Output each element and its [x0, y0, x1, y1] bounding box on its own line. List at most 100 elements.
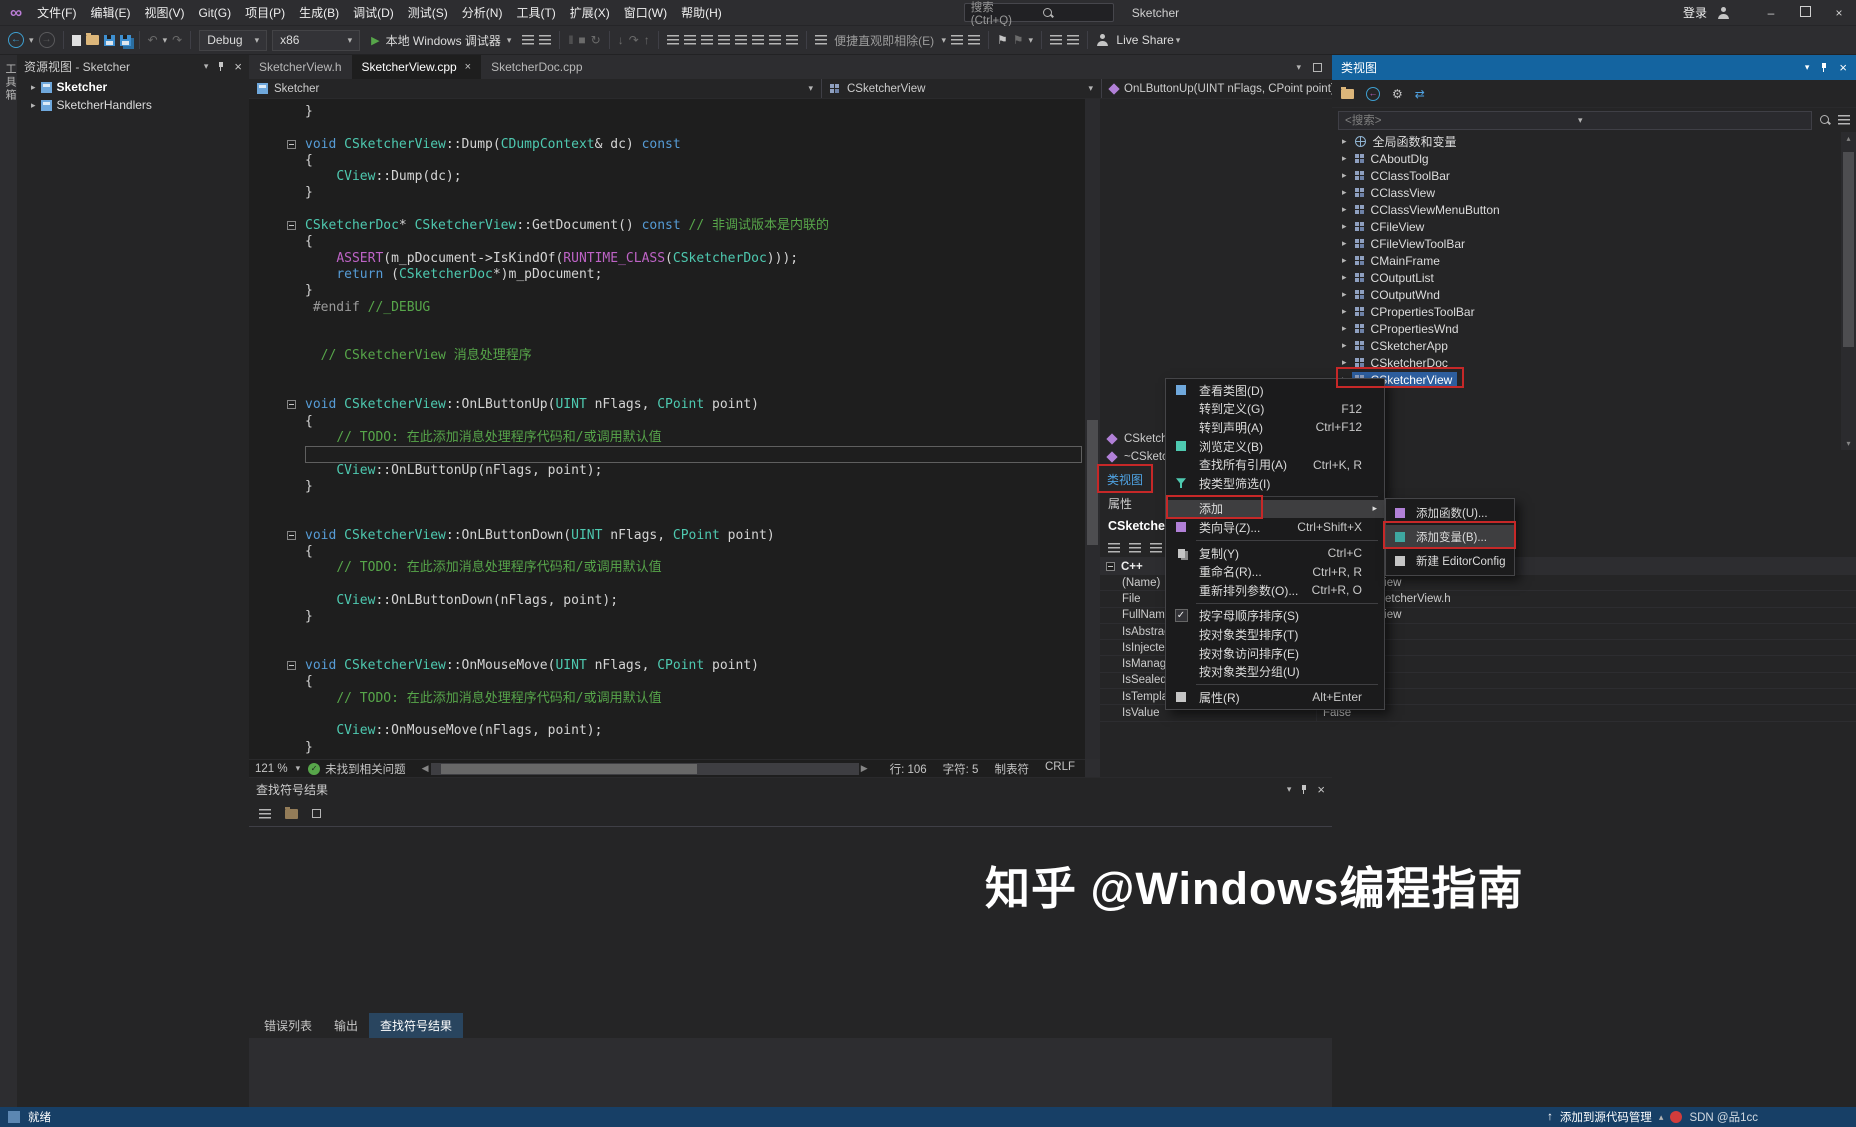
undo-button[interactable]: ↶ — [148, 33, 158, 47]
sign-in-button[interactable]: 登录 — [1683, 4, 1707, 21]
settings-gear-icon[interactable]: ⚙ — [1392, 87, 1403, 101]
expand-chevron-icon[interactable]: ▸ — [1342, 289, 1347, 300]
expand-chevron-icon[interactable]: ▸ — [1342, 357, 1347, 368]
zoom-level[interactable]: 121 % — [255, 763, 288, 775]
close-icon[interactable]: × — [234, 60, 242, 73]
submenu-item[interactable]: 添加函数(U)... — [1386, 501, 1514, 525]
panel-tab[interactable]: 错误列表 — [253, 1013, 323, 1038]
context-menu-item[interactable]: 重新排列参数(O)...Ctrl+R, O — [1166, 581, 1384, 600]
document-health-indicator[interactable]: ✓ 未找到相关问题 — [308, 761, 406, 777]
menu-item[interactable]: Git(G) — [191, 2, 238, 24]
add-to-source-control-button[interactable]: 添加到源代码管理 — [1560, 1109, 1652, 1125]
scrollbar-thumb[interactable] — [441, 764, 698, 774]
class-view-scrollbar[interactable]: ▴ ▾ — [1841, 132, 1856, 450]
classview-tree-item[interactable]: ▸COutputWnd — [1332, 286, 1856, 303]
classview-tree-item[interactable]: ▸CSketcherDoc — [1332, 354, 1856, 371]
class-view-header[interactable]: 类视图 ▾ × — [1332, 54, 1856, 80]
tab-close-icon[interactable]: × — [465, 61, 471, 73]
menu-item[interactable]: 测试(S) — [401, 0, 455, 25]
classview-tree-item[interactable]: ▸CSketcherView — [1332, 371, 1856, 388]
submenu-item[interactable]: 新建 EditorConfig — [1386, 549, 1514, 573]
back-icon[interactable]: ← — [1366, 87, 1380, 101]
solution-platform-dropdown[interactable]: x86▾ — [272, 30, 360, 51]
quick-search-input[interactable]: 搜索 (Ctrl+Q) — [964, 3, 1114, 22]
editor-vertical-scrollbar[interactable] — [1085, 99, 1100, 759]
step-out-button[interactable]: ↑ — [644, 33, 650, 47]
menu-item[interactable]: 工具(T) — [509, 0, 562, 25]
toolbar-button[interactable] — [968, 35, 980, 45]
toolbar-button[interactable] — [539, 35, 551, 45]
chevron-down-icon[interactable]: ▾ — [296, 763, 301, 774]
resource-tree-item[interactable]: ▸SketcherHandlers — [17, 96, 249, 114]
classview-tree-item[interactable]: ▸CPropertiesToolBar — [1332, 303, 1856, 320]
group-icon[interactable] — [285, 809, 298, 819]
window-position-icon[interactable]: ▾ — [1287, 784, 1292, 795]
property-pages-icon[interactable] — [1150, 543, 1162, 553]
resource-tree-item[interactable]: ▸Sketcher — [17, 78, 249, 96]
navigate-back-button[interactable]: ← — [8, 32, 24, 48]
navigate-button[interactable] — [684, 35, 696, 45]
context-menu-item[interactable]: 转到定义(G)F12 — [1166, 400, 1384, 419]
context-menu-item[interactable]: 复制(Y)Ctrl+C — [1166, 544, 1384, 563]
context-menu-item[interactable]: 类向导(Z)...Ctrl+Shift+X — [1166, 518, 1384, 537]
active-files-dropdown-icon[interactable]: ▾ — [1296, 62, 1301, 73]
fold-collapse-icon[interactable] — [287, 661, 296, 670]
alphabetical-icon[interactable] — [1129, 543, 1141, 553]
expand-chevron-icon[interactable]: ▸ — [31, 82, 36, 93]
expand-chevron-icon[interactable]: ▸ — [1342, 272, 1347, 283]
code-map-button[interactable] — [1050, 35, 1062, 45]
navigate-forward-button[interactable]: → — [39, 32, 55, 48]
window-layout-icon[interactable] — [1313, 63, 1322, 72]
close-icon[interactable]: × — [1317, 783, 1325, 796]
project-dropdown[interactable]: Sketcher ▾ — [249, 79, 822, 98]
context-menu-item[interactable]: 按对象类型排序(T) — [1166, 625, 1384, 644]
context-menu-item[interactable]: 属性(R)Alt+Enter — [1166, 688, 1384, 707]
expand-chevron-icon[interactable]: ▸ — [1342, 204, 1347, 215]
pin-icon[interactable] — [1819, 62, 1829, 73]
context-menu-item[interactable]: 添加▸ — [1166, 500, 1384, 519]
start-debugging-button[interactable]: ▶本地 Windows 调试器▾ — [365, 32, 517, 49]
pin-icon[interactable] — [216, 61, 226, 72]
expand-chevron-icon[interactable]: ▸ — [1342, 255, 1347, 266]
class-view-tab[interactable]: 类视图 — [1101, 467, 1149, 491]
context-menu-item[interactable]: 按对象类型分组(U) — [1166, 662, 1384, 681]
redo-button[interactable]: ↷ — [172, 33, 182, 47]
expand-chevron-icon[interactable]: ▸ — [1342, 340, 1347, 351]
expand-chevron-icon[interactable]: ▸ — [1342, 238, 1347, 249]
toolbar-button[interactable] — [769, 35, 781, 45]
menu-item[interactable]: 扩展(X) — [563, 0, 617, 25]
scroll-down-icon[interactable]: ▾ — [1846, 439, 1850, 448]
maximize-button[interactable] — [1788, 6, 1822, 20]
back-history-chevron-icon[interactable]: ▾ — [29, 35, 34, 46]
uncomment-button[interactable] — [718, 35, 730, 45]
step-over-button[interactable]: ↷ — [629, 33, 639, 47]
code-editor[interactable]: }void CSketcherView::Dump(CDumpContext& … — [249, 99, 1085, 759]
pause-button[interactable]: ‖ — [568, 33, 573, 47]
attach-to-process-button[interactable] — [522, 35, 534, 45]
close-button[interactable]: × — [1822, 6, 1856, 20]
menu-item[interactable]: 生成(B) — [292, 0, 346, 25]
scroll-up-icon[interactable]: ▴ — [1846, 134, 1850, 143]
classview-tree-item[interactable]: ▸CClassViewMenuButton — [1332, 201, 1856, 218]
editor-tab[interactable]: SketcherDoc.cpp — [481, 55, 592, 79]
editor-tab[interactable]: SketcherView.h — [249, 55, 352, 79]
menu-item[interactable]: 调试(D) — [346, 0, 401, 25]
member-dropdown[interactable]: OnLButtonUp(UINT nFlags, CPoint point) ▾ — [1102, 79, 1332, 98]
find-in-files-button[interactable] — [667, 35, 679, 45]
toolbox-collapsed-tab[interactable]: 工具箱 — [2, 63, 18, 102]
outdent-button[interactable] — [752, 35, 764, 45]
menu-item[interactable]: 分析(N) — [455, 0, 510, 25]
context-menu-item[interactable]: 按类型筛选(I) — [1166, 474, 1384, 493]
list-settings-icon[interactable] — [1838, 115, 1850, 125]
new-file-button[interactable] — [72, 35, 81, 46]
categorized-icon[interactable] — [1108, 543, 1120, 553]
fold-collapse-icon[interactable] — [287, 140, 296, 149]
panel-header[interactable]: 查找符号结果 ▾ × — [249, 778, 1332, 801]
expand-chevron-icon[interactable]: ▸ — [1342, 136, 1347, 147]
restart-button[interactable]: ↻ — [591, 33, 601, 47]
classview-tree-item[interactable]: ▸CFileViewToolBar — [1332, 235, 1856, 252]
expand-chevron-icon[interactable]: ▸ — [1342, 170, 1347, 181]
panel-tab[interactable]: 输出 — [323, 1013, 369, 1038]
expand-chevron-icon[interactable]: ▸ — [1342, 187, 1347, 198]
menu-item[interactable]: 编辑(E) — [83, 0, 137, 25]
